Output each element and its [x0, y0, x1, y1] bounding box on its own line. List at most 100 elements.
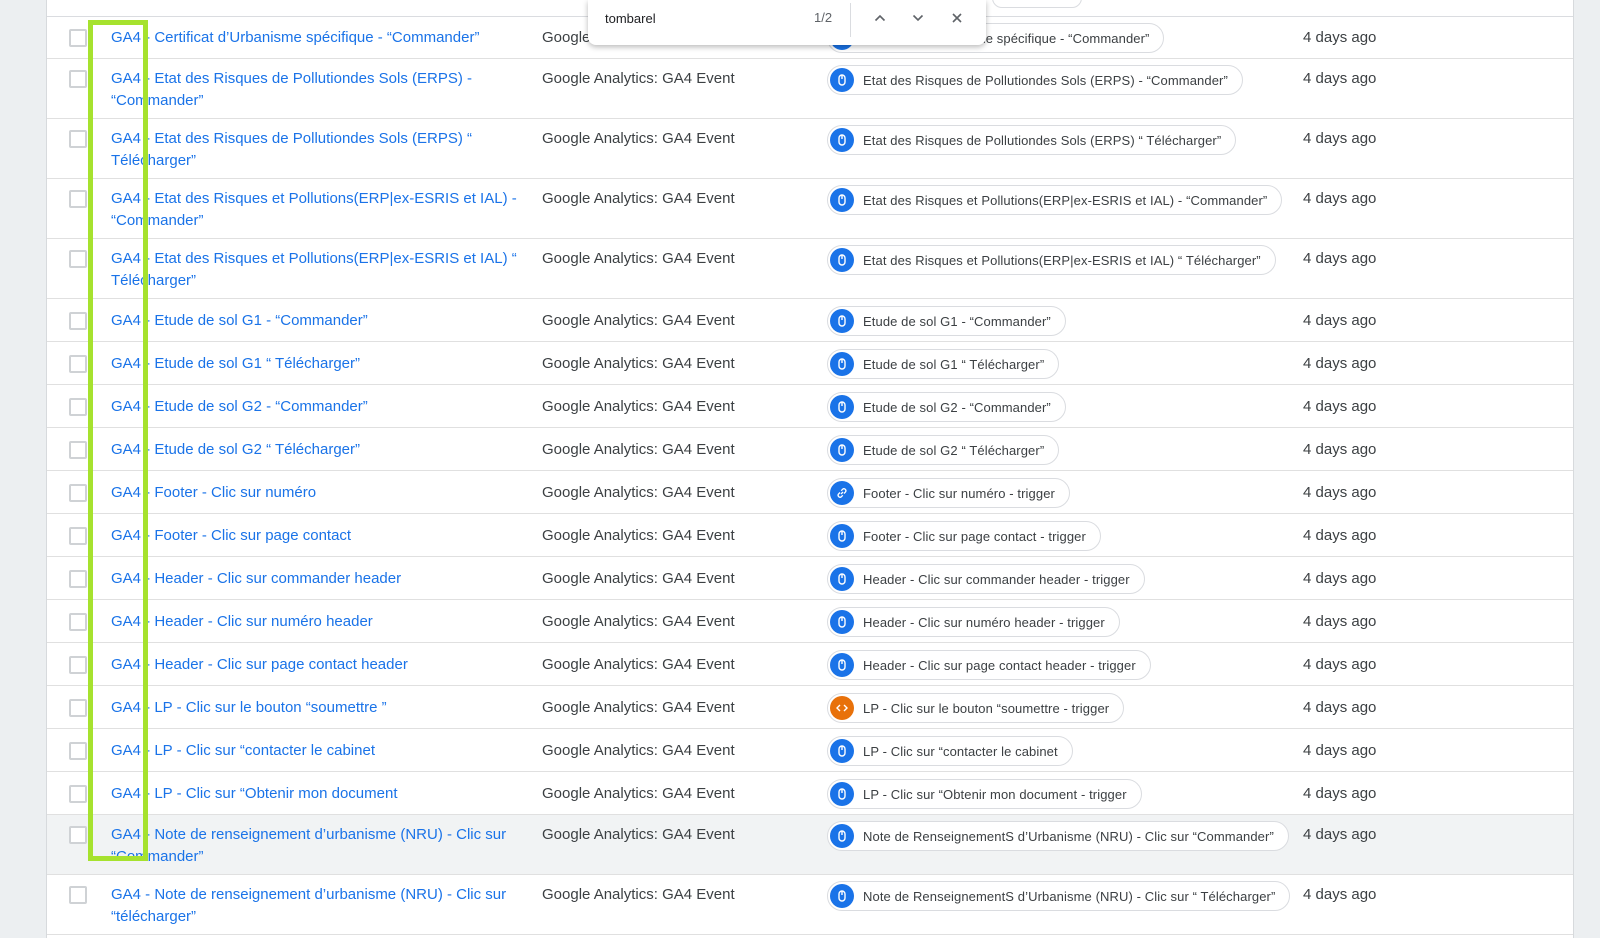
- tag-name-link[interactable]: GA4 - Etat des Risques et Pollutions(ERP…: [111, 248, 531, 291]
- tag-name-link[interactable]: GA4 - Footer - Clic sur page contact: [111, 525, 531, 547]
- trigger-chip[interactable]: Etat des Risques et Pollutions(ERP|ex-ES…: [827, 245, 1276, 275]
- last-edited: 4 days ago: [1303, 441, 1377, 458]
- pointer-icon: [830, 824, 854, 848]
- tag-name-link[interactable]: GA4 - Etude de sol G2 - “Commander”: [111, 396, 531, 418]
- row-checkbox[interactable]: [69, 355, 87, 373]
- table-row[interactable]: GA4 - Footer - Clic sur numéro Google Ana…: [47, 471, 1573, 514]
- table-row[interactable]: GA4 - LP - Clic sur le bouton “soumettre…: [47, 686, 1573, 729]
- trigger-chip-label: Etat des Risques de Pollutiondes Sols (E…: [863, 72, 1228, 88]
- row-checkbox[interactable]: [69, 785, 87, 803]
- row-checkbox[interactable]: [69, 656, 87, 674]
- trigger-chip[interactable]: Header - Clic sur numéro header - trigge…: [827, 607, 1120, 637]
- tag-name-link[interactable]: GA4 - Certificat d’Urbanisme spécifique …: [111, 27, 531, 49]
- tag-name-link[interactable]: GA4 - Header - Clic sur page contact hea…: [111, 654, 531, 676]
- trigger-chip[interactable]: Header - Clic sur commander header - tri…: [827, 564, 1145, 594]
- trigger-chip[interactable]: Note de RenseignementS d’Urbanisme (NRU)…: [827, 821, 1289, 851]
- table-row[interactable]: GA4 - Etude de sol G2 “ Télécharger” Goog…: [47, 428, 1573, 471]
- find-close-button[interactable]: [944, 5, 970, 31]
- tag-name-link[interactable]: GA4 - Etude de sol G1 “ Télécharger”: [111, 353, 531, 375]
- pointer-icon: [830, 352, 854, 376]
- last-edited: 4 days ago: [1303, 190, 1377, 207]
- row-checkbox[interactable]: [69, 527, 87, 545]
- trigger-chip[interactable]: Etat des Risques de Pollutiondes Sols (E…: [827, 65, 1243, 95]
- trigger-chip-partial[interactable]: [992, 0, 1082, 8]
- row-checkbox[interactable]: [69, 613, 87, 631]
- trigger-chip[interactable]: Etude de sol G2 - “Commander”: [827, 392, 1066, 422]
- last-edited: 4 days ago: [1303, 613, 1377, 630]
- tag-name-link[interactable]: GA4 - Footer - Clic sur numéro: [111, 482, 531, 504]
- last-edited: 4 days ago: [1303, 29, 1377, 46]
- last-edited: 4 days ago: [1303, 785, 1377, 802]
- find-input[interactable]: [605, 9, 805, 27]
- table-row[interactable]: GA4 - LP - Clic sur “contacter le cabine…: [47, 729, 1573, 772]
- pointer-icon: [830, 188, 854, 212]
- pointer-icon: [830, 248, 854, 272]
- trigger-chip[interactable]: Etude de sol G1 “ Télécharger”: [827, 349, 1060, 379]
- row-checkbox[interactable]: [69, 70, 87, 88]
- tag-name-link[interactable]: GA4 - Etude de sol G2 “ Télécharger”: [111, 439, 531, 461]
- tag-name-link[interactable]: GA4 - Note de renseignement d’urbanisme …: [111, 884, 531, 927]
- table-row[interactable]: GA4 - Etat des Risques et Pollutions(ERP…: [47, 179, 1573, 239]
- trigger-chip[interactable]: Etat des Risques et Pollutions(ERP|ex-ES…: [827, 185, 1283, 215]
- table-row[interactable]: GA4 - Etat des Risques et Pollutions(ERP…: [47, 239, 1573, 299]
- table-row[interactable]: GA4 - Note de renseignement d’urbanisme …: [47, 815, 1573, 875]
- tag-type: Google Analytics: GA4 Event: [542, 826, 735, 843]
- trigger-chip[interactable]: Footer - Clic sur numéro - trigger: [827, 478, 1070, 508]
- tag-type: Google Analytics: GA4 Event: [542, 250, 735, 267]
- trigger-chip[interactable]: Etude de sol G1 - “Commander”: [827, 306, 1066, 336]
- tag-name-link[interactable]: GA4 - LP - Clic sur le bouton “soumettre…: [111, 697, 531, 719]
- tag-type: Google Analytics: GA4 Event: [542, 699, 735, 716]
- tag-name-link[interactable]: GA4 - Etude de sol G1 - “Commander”: [111, 310, 531, 332]
- tag-name-link[interactable]: GA4 - Note de renseignement d’urbanisme …: [111, 824, 531, 867]
- trigger-chip-label: Footer - Clic sur page contact - trigger: [863, 528, 1086, 544]
- table-row[interactable]: GA4 - Header - Clic sur commander header…: [47, 557, 1573, 600]
- table-row[interactable]: GA4 - Etat des Risques de Pollutiondes S…: [47, 119, 1573, 179]
- find-next-button[interactable]: [905, 5, 931, 31]
- row-checkbox[interactable]: [69, 570, 87, 588]
- tag-name-link[interactable]: GA4 - Header - Clic sur numéro header: [111, 611, 531, 633]
- tag-name-link[interactable]: GA4 - LP - Clic sur “Obtenir mon documen…: [111, 783, 531, 805]
- tag-name-link[interactable]: GA4 - Etat des Risques et Pollutions(ERP…: [111, 188, 531, 231]
- table-row[interactable]: GA4 - Footer - Clic sur page contact Goog…: [47, 514, 1573, 557]
- row-checkbox[interactable]: [69, 190, 87, 208]
- trigger-chip[interactable]: LP - Clic sur “Obtenir mon document - tr…: [827, 779, 1142, 809]
- table-row[interactable]: GA4 - LP - Clic sur “Obtenir mon documen…: [47, 772, 1573, 815]
- row-checkbox[interactable]: [69, 826, 87, 844]
- table-row[interactable]: GA4 - Note de renseignement d’urbanisme …: [47, 875, 1573, 935]
- table-row[interactable]: GA4 - Etude de sol G2 - “Commander” Googl…: [47, 385, 1573, 428]
- trigger-chip[interactable]: Etat des Risques de Pollutiondes Sols (E…: [827, 125, 1237, 155]
- tag-name-link[interactable]: GA4 - Etat des Risques de Pollutiondes S…: [111, 68, 531, 111]
- row-checkbox[interactable]: [69, 312, 87, 330]
- row-checkbox[interactable]: [69, 742, 87, 760]
- trigger-chip[interactable]: Note de RenseignementS d’Urbanisme (NRU)…: [827, 881, 1291, 911]
- trigger-chip[interactable]: Header - Clic sur page contact header - …: [827, 650, 1151, 680]
- row-checkbox[interactable]: [69, 441, 87, 459]
- row-checkbox[interactable]: [69, 29, 87, 47]
- find-prev-button[interactable]: [867, 5, 893, 31]
- tag-name-link[interactable]: GA4 - Header - Clic sur commander header: [111, 568, 531, 590]
- row-checkbox[interactable]: [69, 250, 87, 268]
- row-checkbox[interactable]: [69, 484, 87, 502]
- table-row[interactable]: GA4 - Etat des Risques de Pollutiondes S…: [47, 59, 1573, 119]
- table-row[interactable]: GA4 - Etude de sol G1 “ Télécharger” Goog…: [47, 342, 1573, 385]
- table-row[interactable]: GA4 - Header - Clic sur numéro header Goo…: [47, 600, 1573, 643]
- tag-name-link[interactable]: GA4 - Etat des Risques de Pollutiondes S…: [111, 128, 531, 171]
- row-checkbox[interactable]: [69, 886, 87, 904]
- last-edited: 4 days ago: [1303, 742, 1377, 759]
- row-checkbox[interactable]: [69, 699, 87, 717]
- row-checkbox[interactable]: [69, 398, 87, 416]
- tag-type: Google Analytics: GA4 Event: [542, 312, 735, 329]
- pointer-icon: [830, 309, 854, 333]
- trigger-chip[interactable]: Footer - Clic sur page contact - trigger: [827, 521, 1101, 551]
- row-checkbox[interactable]: [69, 130, 87, 148]
- trigger-chip[interactable]: LP - Clic sur “contacter le cabinet: [827, 736, 1073, 766]
- table-row[interactable]: GA4 - Header - Clic sur page contact hea…: [47, 643, 1573, 686]
- pointer-icon: [830, 567, 854, 591]
- table-row[interactable]: GA4 - Etude de sol G1 - “Commander” Googl…: [47, 299, 1573, 342]
- last-edited: 4 days ago: [1303, 570, 1377, 587]
- trigger-chip[interactable]: LP - Clic sur le bouton “soumettre - tri…: [827, 693, 1125, 723]
- pointer-icon: [830, 68, 854, 92]
- find-match-count: 1/2: [814, 10, 833, 25]
- trigger-chip[interactable]: Etude de sol G2 “ Télécharger”: [827, 435, 1060, 465]
- tag-name-link[interactable]: GA4 - LP - Clic sur “contacter le cabine…: [111, 740, 531, 762]
